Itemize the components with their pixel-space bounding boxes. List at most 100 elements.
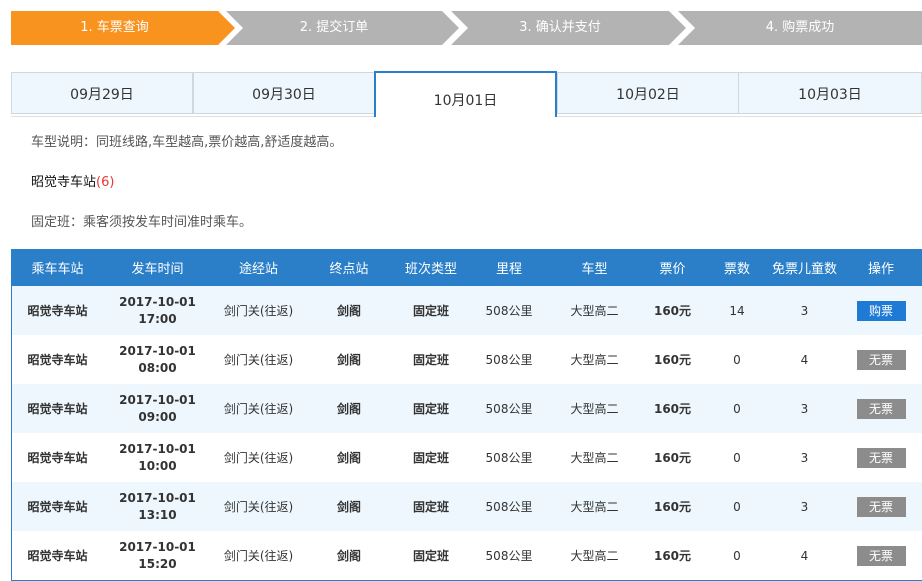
cell-station: 昭觉寺车站 [27,549,88,563]
cell-distance: 508公里 [485,353,533,367]
step-label: 4. 购票成功 [765,20,835,35]
cell-price: 160元 [653,353,692,367]
table-row: 昭觉寺车站 2017-10-01 17:00 剑门关(往返) 剑阁 固定班 508公里 大型高… [12,286,922,335]
cell-departure: 2017-10-01 09:00 [103,384,212,433]
departure-date: 2017-10-01 [119,441,196,456]
cell-vehicle: 大型高二 [570,500,619,514]
date-tab-1001[interactable]: 10月01日 [374,71,557,117]
col-tickets: 票数 [723,262,750,277]
cell-via: 剑门关(往返) [223,451,294,465]
cell-free-children: 3 [800,499,809,514]
fixed-schedule-note: 固定班：乘客须按发车时间准时乘车。 [31,215,253,230]
cell-via: 剑门关(往返) [223,353,294,367]
date-tab-0929[interactable]: 09月29日 [11,72,193,114]
cell-type: 固定班 [412,500,449,514]
departure-time: 15:20 [138,556,177,571]
departure-date: 2017-10-01 [119,490,196,505]
no-ticket-button: 无票 [856,496,906,517]
cell-vehicle: 大型高二 [570,304,619,318]
buy-ticket-button[interactable]: 购票 [856,300,906,321]
cell-vehicle: 大型高二 [570,549,619,563]
cell-tickets: 0 [733,499,741,514]
cell-price: 160元 [653,304,692,318]
cell-type: 固定班 [412,304,449,318]
cell-tickets: 0 [733,450,741,465]
cell-tickets: 0 [733,352,741,367]
departure-time: 17:00 [138,311,177,326]
cell-via: 剑门关(往返) [223,549,294,563]
cell-distance: 508公里 [485,451,533,465]
cell-distance: 508公里 [485,402,533,416]
col-vehicle-type: 车型 [581,262,608,277]
cell-destination: 剑阁 [336,402,361,416]
cell-distance: 508公里 [485,304,533,318]
table-row: 昭觉寺车站 2017-10-01 08:00 剑门关(往返) 剑阁 固定班 508公里 大型高… [12,335,922,384]
table-header-row: 乘车车站 发车时间 途经站 终点站 班次类型 里程 车型 票价 票数 免票儿童数… [12,249,922,286]
table-row: 昭觉寺车站 2017-10-01 10:00 剑门关(往返) 剑阁 固定班 508公里 大型高… [12,433,922,482]
departure-date: 2017-10-01 [119,392,196,407]
step-ticket-query: 1. 车票查询 [11,11,235,45]
departure-date: 2017-10-01 [119,294,196,309]
cell-type: 固定班 [412,353,449,367]
cell-action: 无票 [840,384,922,433]
col-destination: 终点站 [329,262,369,277]
cell-destination: 剑阁 [336,549,361,563]
date-tab-0930[interactable]: 09月30日 [193,72,375,114]
cell-action: 购票 [840,286,922,335]
cell-station: 昭觉寺车站 [27,304,88,318]
step-progress-bar: 1. 车票查询 2. 提交订单 3. 确认并支付 4. 购票成功 [11,11,922,45]
departure-time: 13:10 [138,507,177,522]
cell-price: 160元 [653,402,692,416]
cell-vehicle: 大型高二 [570,451,619,465]
step-label: 1. 车票查询 [80,20,149,35]
date-tab-1003[interactable]: 10月03日 [738,72,922,114]
cell-vehicle: 大型高二 [570,353,619,367]
cell-via: 剑门关(往返) [223,304,294,318]
cell-station: 昭觉寺车站 [27,500,88,514]
cell-type: 固定班 [412,402,449,416]
cell-destination: 剑阁 [336,500,361,514]
departure-time: 10:00 [138,458,177,473]
cell-departure: 2017-10-01 15:20 [103,531,212,580]
cell-destination: 剑阁 [336,304,361,318]
col-boarding-station: 乘车车站 [31,262,84,277]
cell-action: 无票 [840,433,922,482]
cell-free-children: 3 [800,450,809,465]
departure-date: 2017-10-01 [119,539,196,554]
cell-tickets: 0 [733,548,741,563]
cell-destination: 剑阁 [336,353,361,367]
table-row: 昭觉寺车站 2017-10-01 13:10 剑门关(往返) 剑阁 固定班 508公里 大型高… [12,482,922,531]
vehicle-type-note: 车型说明：同班线路,车型越高,票价越高,舒适度越高。 [31,135,343,150]
cell-action: 无票 [840,335,922,384]
no-ticket-button: 无票 [856,349,906,370]
date-tabs: 09月29日 09月30日 10月01日 10月02日 10月03日 [11,71,922,117]
cell-vehicle: 大型高二 [570,402,619,416]
departure-time: 08:00 [138,360,177,375]
cell-free-children: 4 [800,548,809,563]
date-tab-1002[interactable]: 10月02日 [557,72,739,114]
step-submit-order: 2. 提交订单 [226,11,459,45]
cell-distance: 508公里 [485,549,533,563]
no-ticket-button: 无票 [856,398,906,419]
col-action: 操作 [867,262,894,277]
cell-departure: 2017-10-01 08:00 [103,335,212,384]
cell-station: 昭觉寺车站 [27,353,88,367]
col-free-children: 免票儿童数 [771,262,837,277]
station-name: 昭觉寺车站 [31,175,97,190]
cell-price: 160元 [653,500,692,514]
col-distance: 里程 [495,262,522,277]
col-departure-time: 发车时间 [131,262,184,277]
table-row: 昭觉寺车站 2017-10-01 09:00 剑门关(往返) 剑阁 固定班 508公里 大型高… [12,384,922,433]
cell-distance: 508公里 [485,500,533,514]
station-count: (6) [96,175,115,190]
cell-free-children: 4 [800,352,809,367]
step-label: 2. 提交订单 [299,20,369,35]
cell-departure: 2017-10-01 10:00 [103,433,212,482]
cell-free-children: 3 [800,303,809,318]
cell-departure: 2017-10-01 17:00 [103,286,212,335]
cell-free-children: 3 [800,401,809,416]
cell-price: 160元 [653,549,692,563]
col-schedule-type: 班次类型 [404,262,457,277]
step-confirm-pay: 3. 确认并支付 [451,11,686,45]
cell-type: 固定班 [412,549,449,563]
